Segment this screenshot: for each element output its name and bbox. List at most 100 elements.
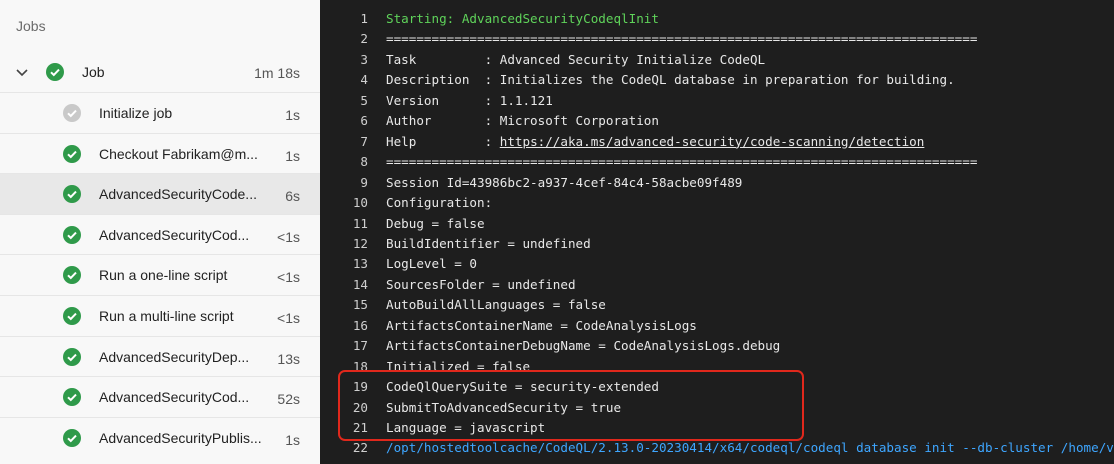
success-check-icon (63, 347, 81, 366)
log-text: AutoBuildAllLanguages = false (386, 297, 606, 313)
line-number: 1 (360, 11, 368, 26)
step-duration: 1s (285, 107, 300, 123)
log-line: 15 AutoBuildAllLanguages = false (320, 295, 1114, 315)
step-row[interactable]: Checkout Fabrikam@m... 1s (0, 132, 320, 174)
log-text: SubmitToAdvancedSecurity = true (386, 399, 622, 415)
log-line: 11 Debug = false (320, 214, 1114, 234)
log-line: 5 Version : 1.1.121 (320, 91, 1114, 111)
line-number: 16 (352, 317, 368, 333)
line-number: 5 (360, 92, 368, 108)
line-number: 10 (352, 195, 368, 211)
success-check-icon (63, 388, 81, 407)
log-line: 10 Configuration: (320, 193, 1114, 213)
log-text: Task : Advanced Security Initialize Code… (386, 51, 766, 67)
log-line: 2 =======================================… (320, 29, 1114, 49)
line-number: 11 (352, 215, 368, 231)
log-text: LogLevel = 0 (386, 256, 477, 272)
log-text: /opt/hostedtoolcache/CodeQL/2.13.0-20230… (386, 440, 1114, 456)
log-line: 12 BuildIdentifier = undefined (320, 234, 1114, 254)
log-text: ArtifactsContainerName = CodeAnalysisLog… (386, 317, 697, 333)
help-link[interactable]: https://aka.ms/advanced-security/code-sc… (500, 134, 925, 149)
step-row[interactable]: Run a multi-line script <1s (0, 295, 320, 336)
log-text: CodeQlQuerySuite = security-extended (386, 379, 659, 395)
step-label: AdvancedSecurityPublis... (99, 429, 262, 446)
job-row[interactable]: Job 1m 18s (0, 52, 320, 92)
line-number: 21 (352, 420, 368, 435)
step-duration: 13s (277, 350, 300, 367)
step-row[interactable]: Initialize job 1s (0, 92, 320, 133)
log-line: 4 Description : Initializes the CodeQL da… (320, 70, 1114, 90)
pending-check-icon (63, 104, 81, 122)
success-check-icon (63, 428, 81, 447)
step-label: AdvancedSecurityCode... (99, 186, 257, 203)
step-duration: 1s (285, 147, 300, 164)
step-row[interactable]: AdvancedSecurityCod... 52s (0, 376, 320, 417)
step-row[interactable]: AdvancedSecurityCode... 6s (0, 173, 320, 215)
step-label: Checkout Fabrikam@m... (99, 145, 258, 162)
success-check-icon (63, 185, 81, 204)
log-text: Description : Initializes the CodeQL dat… (386, 72, 955, 88)
log-line: 6 Author : Microsoft Corporation (320, 111, 1114, 131)
step-label: AdvancedSecurityCod... (99, 389, 250, 406)
log-text: Session Id=43986bc2-a937-4cef-84c4-58acb… (386, 174, 743, 190)
line-number: 13 (352, 256, 368, 272)
step-row[interactable]: AdvancedSecurityPublis... 1s (0, 416, 320, 458)
log-text: Configuration: (386, 195, 493, 211)
step-row[interactable]: AdvancedSecurityCod... <1s (0, 213, 320, 255)
line-number: 3 (360, 51, 368, 67)
log-line: 1 Starting: AdvancedSecurityCodeqlInit (320, 9, 1114, 29)
step-duration: <1s (277, 228, 300, 245)
success-check-icon (63, 266, 81, 285)
log-line: 18 Initialized = false (320, 357, 1114, 377)
log-line: 7 Help : https://aka.ms/advanced-security… (320, 132, 1114, 152)
line-number: 19 (352, 379, 368, 395)
log-line: 9 Session Id=43986bc2-a937-4cef-84c4-58ac… (320, 173, 1114, 193)
line-number: 12 (352, 235, 368, 251)
log-line: 22/opt/hostedtoolcache/CodeQL/2.13.0-202… (320, 438, 1114, 458)
step-row[interactable]: AdvancedSecurityDep... 13s (0, 335, 320, 377)
chevron-down-icon[interactable] (12, 62, 32, 82)
log-line: 16 ArtifactsContainerName = CodeAnalysisL… (320, 316, 1114, 336)
line-number: 9 (360, 174, 368, 190)
log-line: 21 Language = javascript (320, 418, 1114, 438)
step-duration: <1s (277, 269, 300, 286)
log-line: 20 SubmitToAdvancedSecurity = true (320, 398, 1114, 418)
line-number: 4 (360, 72, 368, 88)
log-console: 1 Starting: AdvancedSecurityCodeqlInit 2 ==… (320, 0, 1114, 464)
job-duration: 1m 18s (254, 65, 300, 81)
step-label: Initialize job (99, 105, 173, 121)
log-text: BuildIdentifier = undefined (386, 235, 591, 251)
line-number: 7 (360, 133, 368, 149)
line-number: 6 (360, 113, 368, 129)
line-number: 15 (352, 297, 368, 313)
log-text: Author : Microsoft Corporation (386, 113, 659, 129)
log-line: 8 =======================================… (320, 152, 1114, 172)
log-line: 19 CodeQlQuerySuite = security-extended (320, 377, 1114, 397)
log-line: 14 SourcesFolder = undefined (320, 275, 1114, 295)
line-number: 14 (352, 276, 368, 292)
step-duration: 6s (285, 188, 300, 205)
line-number: 8 (360, 154, 368, 170)
log-text: ArtifactsContainerDebugName = CodeAnalys… (386, 338, 781, 354)
step-label: AdvancedSecurityCod... (99, 226, 250, 243)
log-line: 13 LogLevel = 0 (320, 254, 1114, 274)
log-text: SourcesFolder = undefined (386, 276, 576, 292)
line-number: 22 (352, 440, 368, 456)
log-text: Language = javascript (386, 420, 546, 435)
success-check-icon (46, 63, 64, 81)
step-row[interactable]: Run a one-line script <1s (0, 254, 320, 295)
line-number: 18 (352, 358, 368, 374)
step-label: AdvancedSecurityDep... (99, 348, 250, 365)
step-label: Run a one-line script (99, 267, 228, 284)
step-duration: <1s (277, 310, 300, 326)
step-label: Run a multi-line script (99, 308, 234, 324)
success-check-icon (63, 225, 81, 244)
log-text: Version : 1.1.121 (386, 92, 553, 108)
line-number: 2 (360, 31, 368, 47)
log-text: ========================================… (386, 31, 978, 47)
log-text: Initialized = false (386, 358, 531, 374)
log-line: 3 Task : Advanced Security Initialize Cod… (320, 50, 1114, 70)
log-text: ========================================… (386, 154, 978, 170)
jobs-sidebar: Jobs Job 1m 18s Initialize job 1s Checkout… (0, 0, 321, 464)
step-duration: 1s (285, 431, 300, 448)
